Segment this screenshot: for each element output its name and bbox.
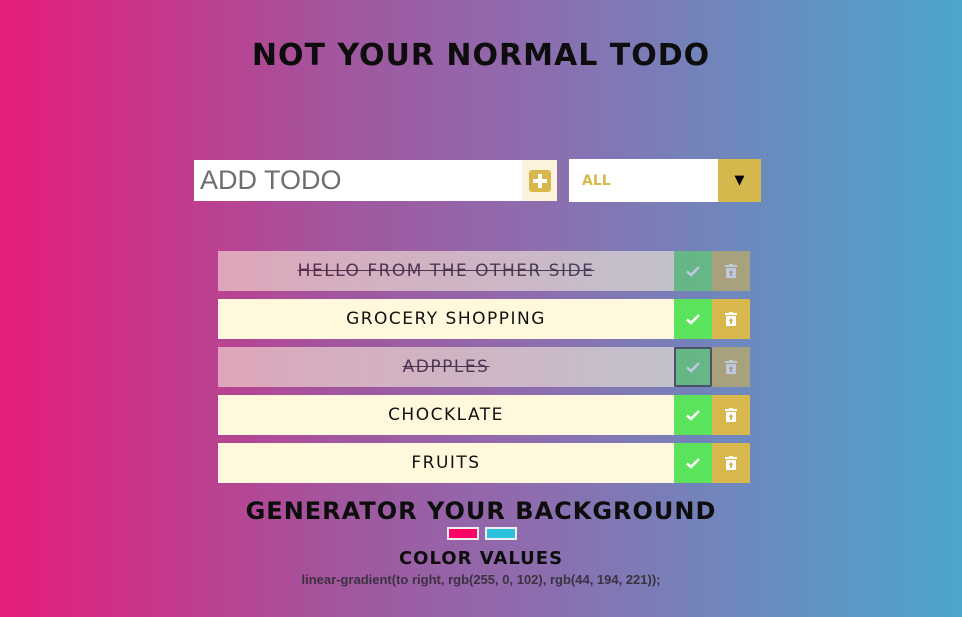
delete-button[interactable] [712,443,750,483]
plus-square-icon [528,169,551,192]
todo-text: HELLO FROM THE OTHER SIDE [218,251,674,291]
color-values-title: COLOR VALUES [398,548,564,569]
delete-button[interactable] [712,347,750,387]
filter-selected-value: ALL [582,172,611,189]
trash-icon [725,408,737,422]
delete-button[interactable] [712,395,750,435]
delete-button[interactable] [712,251,750,291]
trash-icon [725,264,737,278]
todo-item: ADPPLES [218,347,750,387]
filter-select[interactable]: ALL ▼ [569,159,761,202]
todo-item: HELLO FROM THE OTHER SIDE [218,251,750,291]
todo-text: CHOCKLATE [218,395,674,435]
todo-text: GROCERY SHOPPING [218,299,674,339]
generator-title: GENERATOR YOUR BACKGROUND [245,497,717,525]
todo-item: FRUITS [218,443,750,483]
complete-button[interactable] [674,443,712,483]
trash-icon [725,312,737,326]
delete-button[interactable] [712,299,750,339]
check-icon [686,410,700,421]
color-picker-2-fill [487,529,515,538]
todo-list: HELLO FROM THE OTHER SIDE GROCERY SHOPPI… [218,251,750,491]
page-title: NOT YOUR NORMAL TODO [251,38,711,73]
caret-down-icon[interactable]: ▼ [718,159,761,202]
add-todo-input[interactable] [194,160,520,201]
complete-button[interactable] [674,395,712,435]
color-picker-1-fill [449,529,477,538]
check-icon [686,458,700,469]
todo-text: ADPPLES [218,347,674,387]
check-icon [686,314,700,325]
trash-icon [725,456,737,470]
add-todo-button[interactable] [522,160,557,201]
complete-button[interactable] [674,347,712,387]
complete-button[interactable] [674,251,712,291]
css-gradient-value: linear-gradient(to right, rgb(255, 0, 10… [301,572,661,587]
color-picker-2[interactable] [485,527,517,540]
todo-item: CHOCKLATE [218,395,750,435]
check-icon [686,362,700,373]
add-todo-form [194,160,557,201]
color-inputs [447,527,517,540]
complete-button[interactable] [674,299,712,339]
todo-text: FRUITS [218,443,674,483]
todo-item: GROCERY SHOPPING [218,299,750,339]
check-icon [686,266,700,277]
trash-icon [725,360,737,374]
color-picker-1[interactable] [447,527,479,540]
